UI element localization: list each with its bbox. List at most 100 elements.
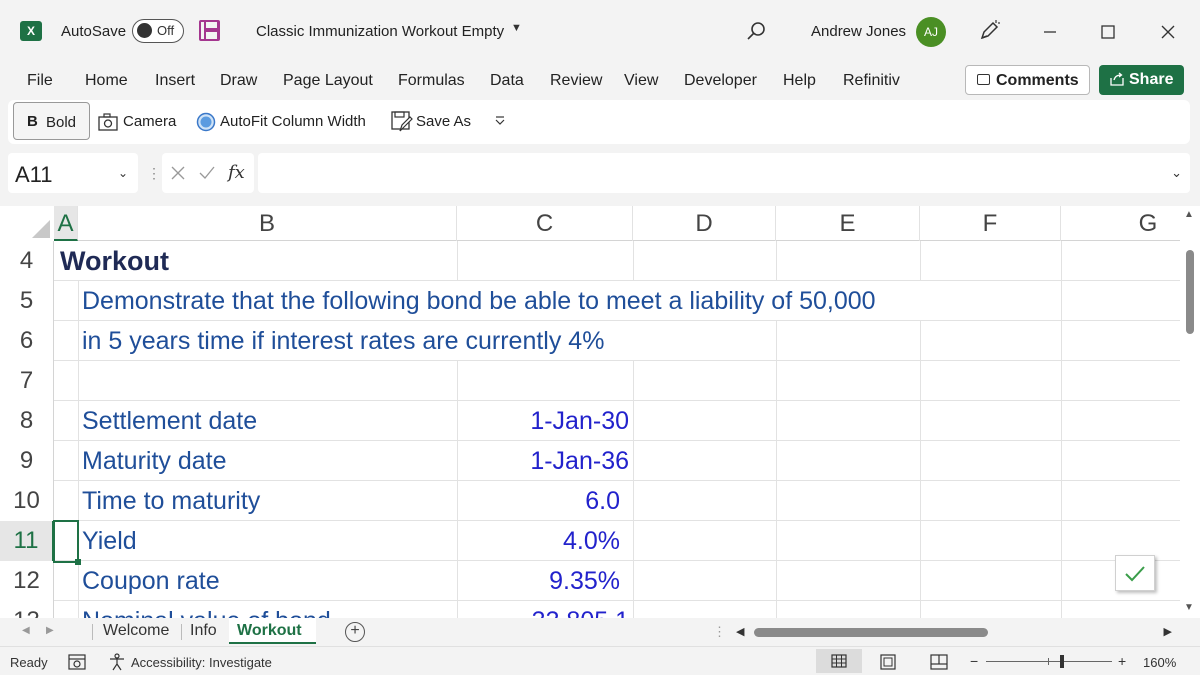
customize-toolbar-icon[interactable] [494, 116, 506, 126]
cell-label[interactable]: Maturity date [82, 441, 227, 481]
horizontal-scrollbar[interactable]: ◀ ▶ [736, 624, 1172, 640]
row-header[interactable]: 13 [0, 601, 54, 618]
cell-value[interactable]: 1-Jan-30 [457, 401, 629, 441]
sheet-tab-info[interactable]: Info [190, 622, 217, 640]
comments-button[interactable]: Comments [965, 65, 1090, 95]
autofit-column-width-button[interactable]: AutoFit Column Width [220, 113, 366, 130]
row-header[interactable]: 12 [0, 561, 54, 601]
zoom-level[interactable]: 160% [1143, 655, 1176, 670]
tab-draw[interactable]: Draw [220, 72, 257, 90]
zoom-slider[interactable] [986, 655, 1112, 668]
vertical-scrollbar[interactable]: ▲ ▼ [1180, 206, 1200, 618]
scroll-left-icon[interactable]: ◀ [736, 625, 744, 638]
tab-file[interactable]: File [27, 72, 53, 90]
row-header[interactable]: 7 [0, 361, 54, 401]
page-break-view-icon[interactable] [930, 654, 948, 670]
column-header-d[interactable]: D [633, 206, 776, 241]
column-header-f[interactable]: F [920, 206, 1061, 241]
enter-icon[interactable] [198, 165, 216, 181]
autosave-toggle[interactable]: Off [132, 19, 184, 43]
tab-view[interactable]: View [624, 72, 658, 90]
tab-formulas[interactable]: Formulas [398, 72, 465, 90]
scroll-right-icon[interactable]: ▶ [1164, 625, 1172, 638]
pen-icon[interactable] [978, 18, 1002, 42]
close-icon[interactable] [1154, 18, 1182, 46]
add-sheet-button[interactable]: + [345, 622, 365, 642]
column-header-c[interactable]: C [457, 206, 633, 241]
expand-formula-icon[interactable]: ⌄ [1171, 165, 1182, 181]
chevron-down-icon[interactable]: ▼ [511, 22, 522, 34]
tab-data[interactable]: Data [490, 72, 524, 90]
cell-value[interactable]: 33,805.1 [457, 601, 629, 618]
row-header[interactable]: 6 [0, 321, 54, 361]
spreadsheet-grid[interactable]: A B C D E F G 4 Workout 5 Demonstrate th… [0, 206, 1180, 618]
insert-function-icon[interactable]: fx [228, 162, 245, 183]
user-name[interactable]: Andrew Jones [811, 23, 906, 40]
cell-label[interactable]: Settlement date [82, 401, 257, 441]
scroll-thumb[interactable] [1186, 250, 1194, 334]
scroll-down-icon[interactable]: ▼ [1184, 602, 1194, 613]
name-box[interactable]: A11 ⌄ [8, 153, 138, 193]
zoom-out-button[interactable]: − [970, 653, 978, 669]
zoom-in-button[interactable]: + [1118, 653, 1126, 669]
scroll-thumb[interactable] [754, 628, 988, 637]
splitter-icon[interactable]: ⋮ [713, 624, 726, 640]
document-title[interactable]: Classic Immunization Workout Empty [256, 23, 504, 40]
column-header-b[interactable]: B [78, 206, 457, 241]
page-layout-view-icon[interactable] [880, 654, 896, 670]
cell-label[interactable]: Time to maturity [82, 481, 260, 521]
row-header[interactable]: 5 [0, 281, 54, 321]
cell-value[interactable]: 9.35% [457, 561, 620, 601]
avatar[interactable]: AJ [916, 17, 946, 47]
cell-workout-heading[interactable]: Workout [60, 241, 169, 281]
cancel-icon[interactable] [170, 165, 186, 181]
accessibility-icon[interactable] [108, 653, 126, 671]
cell-description-line-2[interactable]: in 5 years time if interest rates are cu… [82, 321, 604, 361]
tab-refinitiv[interactable]: Refinitiv [843, 72, 900, 90]
save-as-button[interactable]: Save As [416, 113, 471, 130]
column-header-e[interactable]: E [776, 206, 920, 241]
macro-recording-icon[interactable] [68, 654, 86, 670]
tab-insert[interactable]: Insert [155, 72, 195, 90]
camera-icon[interactable] [98, 113, 118, 131]
cell-value[interactable]: 6.0 [457, 481, 620, 521]
tab-page-layout[interactable]: Page Layout [283, 72, 373, 90]
maximize-icon[interactable] [1094, 18, 1122, 46]
formula-input[interactable]: ⌄ [258, 153, 1190, 193]
zoom-slider-thumb[interactable] [1060, 655, 1064, 668]
row-header[interactable]: 9 [0, 441, 54, 481]
accessibility-status[interactable]: Accessibility: Investigate [131, 655, 272, 670]
next-sheet-icon[interactable]: ▶ [46, 625, 54, 636]
sheet-tab-welcome[interactable]: Welcome [103, 622, 169, 640]
select-all-corner[interactable] [0, 206, 54, 241]
tab-developer[interactable]: Developer [684, 72, 757, 90]
more-icon[interactable]: ⋮ [147, 165, 161, 182]
column-header-a[interactable]: A [54, 206, 78, 241]
active-cell-a11[interactable] [53, 520, 81, 565]
row-header[interactable]: 10 [0, 481, 54, 521]
autofit-icon[interactable] [196, 112, 216, 132]
cell-value[interactable]: 4.0% [457, 521, 620, 561]
cell-label[interactable]: Yield [82, 521, 137, 561]
cell-description-line-1[interactable]: Demonstrate that the following bond be a… [82, 281, 876, 321]
row-header[interactable]: 8 [0, 401, 54, 441]
scroll-up-icon[interactable]: ▲ [1184, 209, 1194, 220]
cell-value[interactable]: 1-Jan-36 [457, 441, 629, 481]
chevron-down-icon[interactable]: ⌄ [118, 166, 128, 180]
search-icon[interactable] [745, 20, 767, 42]
row-header[interactable]: 4 [0, 241, 54, 281]
tab-help[interactable]: Help [783, 72, 816, 90]
normal-view-button[interactable] [816, 649, 862, 673]
save-as-icon[interactable] [391, 111, 413, 133]
share-button[interactable]: Share [1099, 65, 1184, 95]
quick-analysis-button[interactable] [1115, 555, 1155, 591]
sheet-tab-workout[interactable]: Workout [229, 618, 316, 644]
tab-review[interactable]: Review [550, 72, 602, 90]
previous-sheet-icon[interactable]: ◀ [22, 625, 30, 636]
camera-button[interactable]: Camera [123, 113, 176, 130]
tab-home[interactable]: Home [85, 72, 128, 90]
column-header-g[interactable]: G [1061, 206, 1180, 241]
save-icon[interactable] [199, 20, 220, 41]
bold-button[interactable]: B Bold [13, 102, 90, 140]
cell-label[interactable]: Coupon rate [82, 561, 220, 601]
